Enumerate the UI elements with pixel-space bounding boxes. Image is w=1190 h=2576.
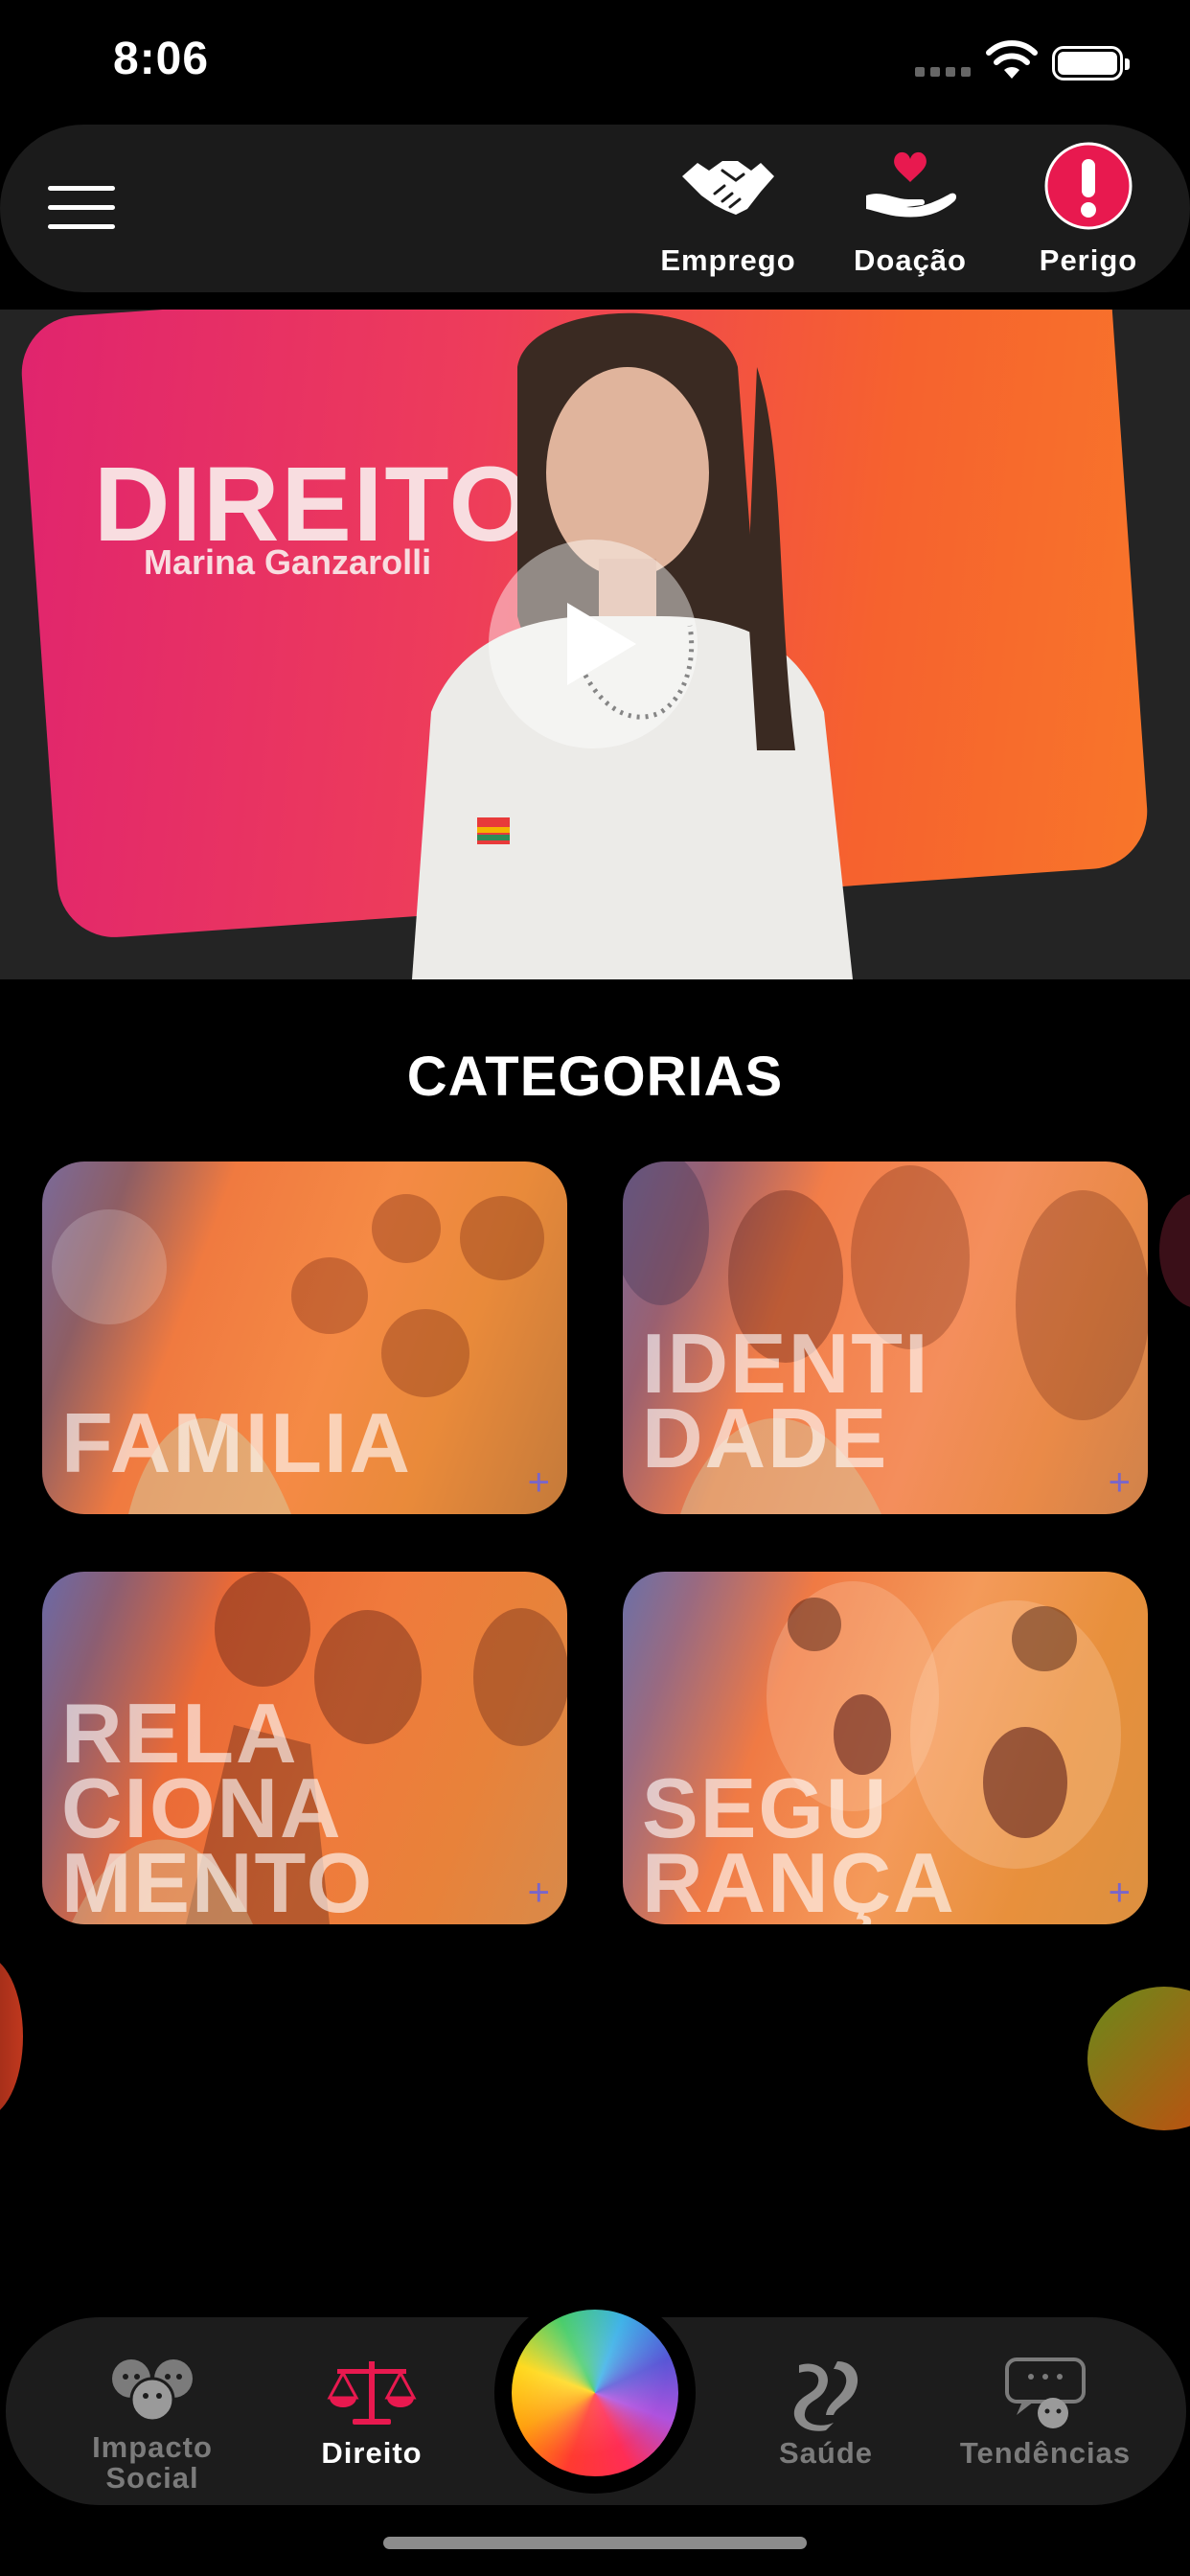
decorative-bubble xyxy=(1159,1193,1190,1308)
tab-direito[interactable]: Direito xyxy=(271,2356,472,2471)
doacao-button[interactable]: Doação xyxy=(829,142,992,286)
top-bar: Emprego Doação Perigo xyxy=(0,125,1190,292)
category-label-line: MENTO xyxy=(61,1835,375,1925)
hamburger-menu-icon[interactable] xyxy=(48,186,115,230)
plus-icon: + xyxy=(1108,1461,1131,1504)
tab-label-line: Impacto xyxy=(92,2430,213,2464)
donation-hand-heart-icon xyxy=(866,151,957,218)
category-card-familia[interactable]: FAMILIA + xyxy=(42,1162,567,1514)
category-label: SEGU RANÇA xyxy=(642,1766,956,1925)
decorative-bubble xyxy=(1087,1987,1190,2130)
status-bar: 8:06 xyxy=(0,0,1190,125)
tab-impacto-social[interactable]: Impacto Social xyxy=(52,2352,253,2494)
doacao-label: Doação xyxy=(854,243,967,277)
category-label-line: RANÇA xyxy=(642,1835,956,1925)
tab-label: Direito xyxy=(321,2436,423,2470)
decorative-bubble xyxy=(0,1955,23,2118)
hero-video[interactable]: DIREITO Marina Ganzarolli xyxy=(0,310,1190,979)
perigo-label: Perigo xyxy=(1039,243,1138,277)
tab-label: Saúde xyxy=(778,2436,874,2470)
plus-icon: + xyxy=(527,1872,550,1914)
perigo-button[interactable]: Perigo xyxy=(1007,142,1170,286)
center-rainbow-button[interactable] xyxy=(494,2292,696,2494)
tab-label-line: Social xyxy=(105,2461,199,2495)
rainbow-orb-icon xyxy=(512,2310,678,2476)
category-label: RELA CIONA MENTO xyxy=(61,1691,375,1925)
category-label: FAMILIA xyxy=(61,1395,412,1490)
tab-tendencias[interactable]: Tendências xyxy=(945,2356,1146,2471)
emprego-label: Emprego xyxy=(660,243,796,277)
category-label-line: DADE xyxy=(642,1391,889,1485)
plus-icon: + xyxy=(1108,1872,1131,1914)
danger-alert-icon xyxy=(1044,142,1133,230)
home-indicator[interactable] xyxy=(383,2537,807,2549)
scales-icon xyxy=(327,2361,417,2425)
plus-icon: + xyxy=(527,1461,550,1504)
categories-title: CATEGORIAS xyxy=(406,1046,784,1108)
battery-icon xyxy=(1052,46,1130,80)
chat-bubble-icon xyxy=(1005,2358,1086,2428)
wifi-icon xyxy=(986,40,1038,79)
cellular-signal-icon xyxy=(915,67,971,77)
tab-label: Impacto Social xyxy=(52,2432,253,2494)
category-card-relacionamento[interactable]: RELA CIONA MENTO + xyxy=(42,1572,567,1924)
status-time: 8:06 xyxy=(113,34,210,84)
play-button[interactable] xyxy=(489,540,698,748)
health-s-icon xyxy=(793,2361,858,2431)
tab-label: Tendências xyxy=(959,2436,1132,2470)
category-label-line: FAMILIA xyxy=(61,1395,412,1490)
handshake-icon xyxy=(682,161,774,215)
emprego-button[interactable]: Emprego xyxy=(647,142,810,286)
category-card-seguranca[interactable]: SEGU RANÇA + xyxy=(623,1572,1148,1924)
people-icon xyxy=(112,2359,193,2423)
category-card-identidade[interactable]: IDENTI DADE + xyxy=(623,1162,1148,1514)
tab-saude[interactable]: Saúde xyxy=(725,2356,927,2471)
category-label: IDENTI DADE xyxy=(642,1322,929,1485)
